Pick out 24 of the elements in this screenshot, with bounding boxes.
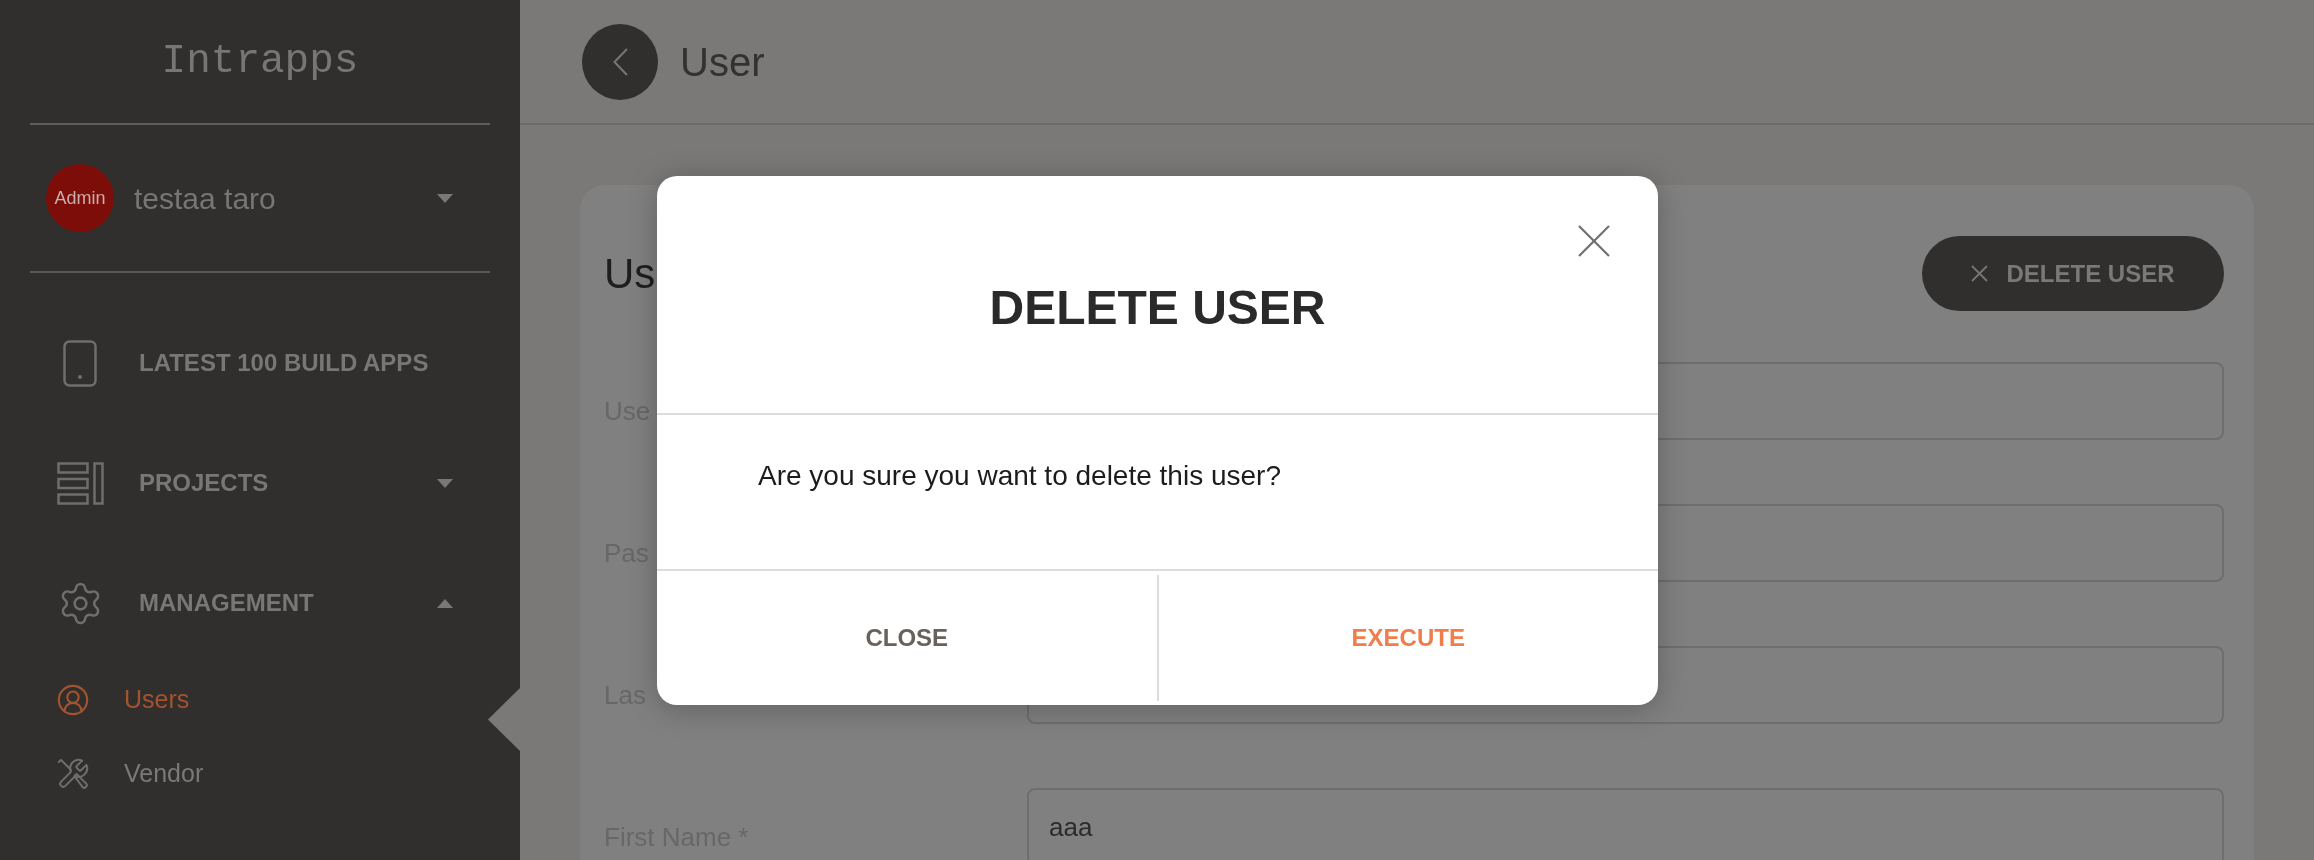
text-input[interactable]: aaa — [1027, 788, 2224, 860]
user-menu-button[interactable]: testaa taro — [134, 175, 453, 221]
execute-button[interactable]: EXECUTE — [1156, 575, 1658, 701]
user-circle-icon — [56, 683, 90, 717]
nav-subitem[interactable]: Vendor — [0, 737, 520, 811]
page-title: User — [680, 41, 765, 82]
smartphone-icon — [63, 339, 97, 387]
chevron-left-icon — [612, 47, 628, 76]
confirm-message: Are you sure you want to delete this user? — [758, 459, 1281, 493]
modal-title: DELETE USER — [989, 280, 1326, 336]
avatar: Admin — [46, 164, 114, 232]
close-button[interactable] — [1578, 225, 1610, 257]
nav-item[interactable]: LATEST 100 BUILD APPS — [0, 303, 520, 423]
nav-subitem[interactable]: Users — [0, 663, 488, 737]
x-icon — [1971, 265, 1989, 282]
close-icon — [1578, 225, 1610, 257]
tools-icon — [56, 757, 90, 791]
nav-item[interactable]: PROJECTS — [0, 423, 520, 543]
dismiss-button[interactable]: CLOSE — [657, 571, 1157, 705]
card-title: Us — [604, 252, 656, 295]
layout-list-icon — [56, 461, 104, 505]
app-logo: Intrapps — [161, 41, 359, 82]
delete-user-button[interactable]: DELETE USER — [1922, 236, 2224, 311]
nav-item[interactable]: MANAGEMENT — [0, 543, 520, 663]
